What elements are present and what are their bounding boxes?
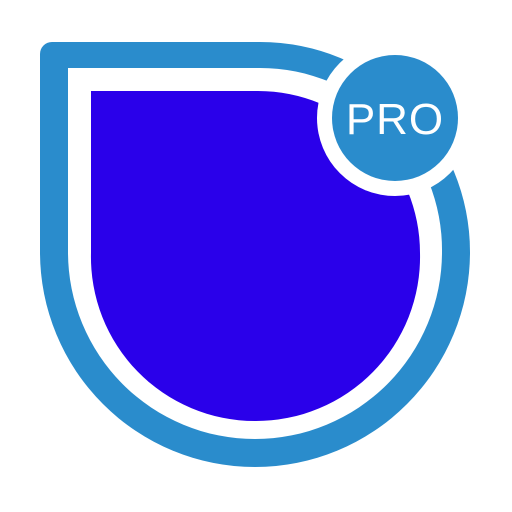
app-icon: PRO xyxy=(0,0,512,512)
app-icon-graphic: PRO xyxy=(40,40,473,467)
pro-badge-label: PRO xyxy=(346,95,444,144)
